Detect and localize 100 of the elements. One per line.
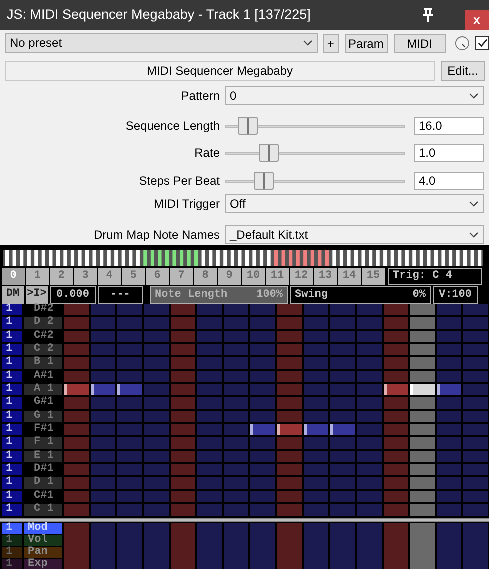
cc-channel-label[interactable]: 1 [2,546,22,558]
step-button[interactable]: 9 [218,268,241,285]
note-label[interactable]: G 1 [24,410,62,422]
channel-label[interactable]: 1 [2,370,22,382]
param-dropdown[interactable]: _Default Kit.txt [225,225,484,244]
step-button[interactable]: 15 [362,268,385,285]
channel-label[interactable]: 1 [2,490,22,502]
cc-label[interactable]: Vol [24,534,62,546]
sequencer-button[interactable]: >I> [26,286,48,304]
value-field[interactable]: 0.000 [50,286,96,304]
parameter-slider[interactable]: Note Length 100% [150,286,288,304]
step-button[interactable]: 0 [2,268,25,285]
step-button[interactable]: 11 [266,268,289,285]
cc-step-bar[interactable] [463,522,488,569]
note-step[interactable] [117,384,142,396]
cc-label[interactable]: Exp [24,558,62,569]
cc-label[interactable]: Pan [24,546,62,558]
step-button[interactable]: 13 [314,268,337,285]
param-dropdown[interactable]: 0 [225,86,484,105]
grid-step[interactable] [410,370,435,382]
slider-thumb[interactable] [254,172,274,190]
note-step[interactable] [250,424,275,436]
cc-step-bar[interactable] [304,522,328,569]
preset-dropdown[interactable]: No preset [5,33,318,53]
pin-icon[interactable] [422,8,434,22]
sequencer-button[interactable]: DM [2,286,24,304]
param-value-field[interactable]: 16.0 [414,117,484,135]
value-field[interactable]: --- [98,286,143,304]
toolbar-button[interactable]: MIDI [394,34,446,52]
note-step[interactable] [304,424,328,436]
grid-step[interactable] [410,490,435,502]
grid-step[interactable] [410,330,435,342]
cc-channel-label[interactable]: 1 [2,534,22,546]
cc-step-bar[interactable] [170,522,196,569]
note-label[interactable]: C 2 [24,344,62,356]
grid-step[interactable] [410,450,435,462]
toolbar-button[interactable]: + [322,34,339,52]
step-button[interactable]: 14 [338,268,361,285]
step-button[interactable]: 8 [194,268,217,285]
channel-label[interactable]: 1 [2,450,22,462]
grid-step[interactable] [410,410,435,422]
cc-step-bar[interactable] [384,522,408,569]
slider-thumb[interactable] [258,144,279,162]
cc-step-bar[interactable] [250,522,275,569]
note-label[interactable]: F 1 [24,437,62,449]
toolbar-button[interactable]: Param [344,34,388,52]
param-value-field[interactable]: 4.0 [414,172,484,190]
grid-step[interactable] [410,424,435,436]
note-label[interactable]: D 1 [24,477,62,489]
cc-step-bar[interactable] [197,522,222,569]
channel-label[interactable]: 1 [2,384,22,396]
step-button[interactable]: 2 [50,268,73,285]
cc-step-bar[interactable] [224,522,248,569]
channel-label[interactable]: 1 [2,304,22,316]
note-step[interactable] [384,384,408,396]
note-step[interactable] [90,384,116,396]
cc-step-bar[interactable] [90,522,116,569]
param-slider[interactable] [225,172,405,190]
cc-label[interactable]: Mod [24,522,62,534]
note-step[interactable] [330,424,355,436]
step-button[interactable]: 3 [74,268,97,285]
note-label[interactable]: D 2 [24,317,62,329]
cc-channel-label[interactable]: 1 [2,558,22,569]
step-button[interactable]: 5 [122,268,145,285]
channel-label[interactable]: 1 [2,330,22,342]
parameter-slider[interactable]: Swing 0% [290,286,431,304]
cc-step-bar[interactable] [410,522,435,569]
grid-step[interactable] [410,344,435,356]
param-slider[interactable] [225,117,405,135]
cc-step-bar[interactable] [436,522,462,569]
note-step[interactable] [436,384,462,396]
step-button[interactable]: 4 [98,268,121,285]
cc-step-bar[interactable] [277,522,302,569]
grid-step[interactable] [410,464,435,476]
channel-label[interactable]: 1 [2,424,22,436]
channel-label[interactable]: 1 [2,477,22,489]
grid-step[interactable] [410,304,435,316]
param-dropdown[interactable]: Off [225,194,484,213]
note-label[interactable]: B 1 [24,357,62,369]
edit-button[interactable]: Edit... [441,61,485,81]
note-label[interactable]: E 1 [24,450,62,462]
step-button[interactable]: 1 [26,268,49,285]
note-label[interactable]: A 1 [24,384,62,396]
note-step[interactable] [64,384,89,396]
step-button[interactable]: 6 [146,268,169,285]
note-step[interactable] [277,424,302,436]
channel-label[interactable]: 1 [2,437,22,449]
channel-label[interactable]: 1 [2,464,22,476]
channel-label[interactable]: 1 [2,344,22,356]
channel-label[interactable]: 1 [2,504,22,516]
param-value-field[interactable]: 1.0 [414,144,484,162]
knob-icon[interactable] [455,36,470,50]
enable-checkbox[interactable] [475,36,489,50]
cc-step-bar[interactable] [356,522,382,569]
close-button[interactable]: x [465,10,489,30]
note-label[interactable]: C 1 [24,504,62,516]
step-button[interactable]: 12 [290,268,313,285]
step-button[interactable]: 7 [170,268,193,285]
cc-step-bar[interactable] [144,522,168,569]
value-field[interactable]: V:100 [433,286,478,304]
